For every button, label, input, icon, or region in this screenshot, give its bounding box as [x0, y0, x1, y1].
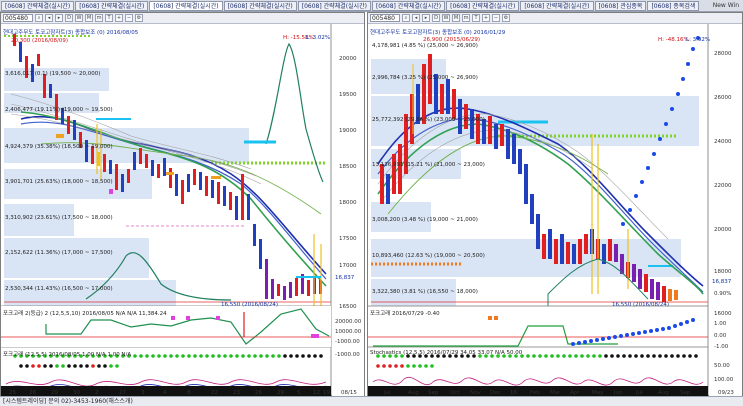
settings-icon[interactable]: ⚙: [502, 14, 510, 22]
left-scale-hl: 16,837: [335, 275, 355, 281]
next-icon[interactable]: ▸: [422, 14, 430, 22]
left-range-3: 3,901,701 (25.63%) (18,000 ~ 18,500): [5, 179, 113, 185]
left-range-6: 2,530,344 (11.43%) (16,500 ~ 17,000): [5, 286, 113, 292]
right-chart-title: 현대고주무도 토코고잠자트(3) 종합보조 (0) 2016/01/29: [370, 30, 506, 36]
status-bar: [시스템트레이딩] 문의 02)-3453-1960(해스스개): [0, 396, 743, 406]
right-high-label: H: -48.16%: [658, 37, 689, 43]
minute-button[interactable]: m: [95, 14, 103, 22]
right-range-5: 10,893,460 (12.63 %) (19,000 ~ 20,500): [372, 253, 485, 259]
left-range-2: 4,924,379 (35.38%) (18,500 ~ 19,000): [5, 144, 113, 150]
settings-icon[interactable]: ⚙: [135, 14, 143, 22]
right-price-line-label: 16,550 (2016/08/24): [612, 302, 669, 308]
right-scale-3: 22000: [714, 183, 732, 189]
tab-quick-trade-6[interactable]: [0608] 간략체결(실시간): [371, 0, 446, 11]
right-scale-0: 28000: [714, 51, 732, 57]
week-button[interactable]: W: [442, 14, 450, 22]
right-vol-dots: [571, 318, 695, 346]
left-stock-code-input[interactable]: 005480: [3, 14, 33, 22]
right-stoch-dots: [376, 354, 698, 368]
tab-quick-trade-1[interactable]: [0608] 간략체결(실시간): [1, 0, 75, 11]
tab-quick-trade-2[interactable]: [0608] 간략체결(실시간): [75, 0, 149, 11]
next-icon[interactable]: ▸: [55, 14, 63, 22]
left-range-4: 3,310,902 (23.61%) (17,500 ~ 18,000): [5, 215, 113, 221]
left-vol-title: 포크고래 2(등급) 2 (12,5,5,10) 2016/08/05 N/A …: [3, 311, 167, 317]
tab-quick-trade-8[interactable]: [0608] 간략체결(실시간): [520, 0, 594, 11]
right-range-0: 4,178,981 (4.85 %) (25,000 ~ 26,900): [372, 43, 478, 49]
search-icon[interactable]: ⌕: [35, 14, 43, 22]
tick-button[interactable]: T: [472, 14, 480, 22]
search-icon[interactable]: ⌕: [402, 14, 410, 22]
right-stock-code-input[interactable]: 005480: [370, 14, 400, 22]
zoom-out-icon[interactable]: −: [492, 14, 500, 22]
right-scale-1: 26000: [714, 95, 732, 101]
day-button[interactable]: D: [432, 14, 440, 22]
left-chart-canvas[interactable]: [1, 24, 364, 396]
tick-button[interactable]: T: [105, 14, 113, 22]
minute-button[interactable]: m: [462, 14, 470, 22]
tab-quick-trade-3[interactable]: [0608] 간략체결(실시간): [149, 0, 223, 11]
zoom-in-icon[interactable]: +: [482, 14, 490, 22]
left-low-label: L: 3.02%: [306, 35, 331, 41]
left-vol-scale-2: -1000.00: [335, 339, 360, 345]
tab-quick-trade-5[interactable]: [0608] 간략체결(실시간): [297, 0, 371, 11]
right-vol-scale-0: 1.00: [714, 321, 727, 327]
right-vol-scale-2: -1.00: [714, 344, 729, 350]
left-scale-8: 16500: [339, 304, 357, 310]
left-range-1: 2,406,477 (19.11%) (19,000 ~ 19,500): [5, 107, 113, 113]
right-pane-toolbar: 005480 ⌕ ◂ ▸ D W M m T + − ⚙: [368, 13, 742, 24]
right-vol-title: 포크고래 2016/07/29 -0.40: [370, 311, 440, 317]
right-low-label: L: 3.92%: [686, 37, 711, 43]
left-pane-toolbar: 005480 ⌕ ◂ ▸ D W M m T + − ⚙: [1, 13, 364, 24]
left-price-line-label: 16,550 (2016/08/24): [221, 302, 278, 308]
left-chart-title: 현대고주무도 토코고잠자트(3) 종합보조 (0) 2016/08/05: [3, 30, 139, 36]
right-range-1: 2,996,784 (3.25 %) (25,000 ~ 26,900): [372, 75, 478, 81]
right-chart-pane: 005480 ⌕ ◂ ▸ D W M m T + − ⚙ 현대고주무도 토코고잠…: [367, 12, 743, 396]
left-scale-3: 18500: [339, 164, 357, 170]
right-range-3: 13,136,991 (15.21 %) (21,000 ~ 23,000): [372, 162, 485, 168]
prev-icon[interactable]: ◂: [412, 14, 420, 22]
right-range-2: 25,772,392 (29.86 %) (23,000 ~ 25,000): [372, 117, 485, 123]
tab-search[interactable]: [0608] 종목검색: [647, 0, 700, 11]
right-scale-5: 18000: [714, 269, 732, 275]
month-button[interactable]: M: [452, 14, 460, 22]
left-vol-scale-0: 20000.00: [335, 319, 362, 325]
right-range-6: 3,322,380 (3.81 %) (16,550 ~ 18,000): [372, 289, 478, 295]
zoom-in-icon[interactable]: +: [115, 14, 123, 22]
left-scale-6: 17000: [339, 263, 357, 269]
tab-quick-trade-4[interactable]: [0608] 간략체결(실시간): [223, 0, 297, 11]
right-scale-4: 20000: [714, 227, 732, 233]
top-tab-bar: [0608] 간략체결(실시간) [0608] 간략체결(실시간) [0608]…: [0, 0, 743, 12]
left-scale-2: 19000: [339, 128, 357, 134]
left-vol-scale-1: 10000.00: [335, 329, 362, 335]
right-scale-2: 24000: [714, 139, 732, 145]
left-scale-5: 17500: [339, 236, 357, 242]
right-stoch-title: Stochastics (12,5,5) 2016/07/29 34.05 33…: [370, 350, 523, 356]
left-top-price: 20,300 (2016/08/09): [11, 38, 68, 44]
right-scale-hl: 16,837: [712, 279, 732, 285]
right-scale-6: 16000: [714, 311, 732, 317]
week-button[interactable]: W: [75, 14, 83, 22]
left-scale-1: 19500: [339, 92, 357, 98]
tab-interest[interactable]: [0608] 관심종목: [594, 0, 647, 11]
right-vol-scale-1: 0.00: [714, 333, 727, 339]
right-range-4: 3,008,200 (3.48 %) (19,000 ~ 21,000): [372, 217, 478, 223]
tab-quick-trade-7[interactable]: [0608] 간략체결(실시간): [446, 0, 520, 11]
right-stoch-scale-1: 100.00: [714, 377, 734, 383]
left-scale-0: 20000: [339, 56, 357, 62]
left-stoch-title: 포크고래 (12,5,5) 2016/08/05 1.00 N/A 1.00 N…: [3, 352, 132, 358]
left-vol-scale-3: -1000.00: [335, 352, 360, 358]
day-button[interactable]: D: [65, 14, 73, 22]
prev-icon[interactable]: ◂: [45, 14, 53, 22]
left-range-5: 2,152,622 (11.36%) (17,000 ~ 17,500): [5, 250, 113, 256]
zoom-out-icon[interactable]: −: [125, 14, 133, 22]
month-button[interactable]: M: [85, 14, 93, 22]
right-stoch-scale-0: 50.00: [714, 363, 730, 369]
right-pct-tag: 0.90%: [714, 291, 732, 297]
left-scale-4: 18000: [339, 200, 357, 206]
left-range-0: 3,616,017 (0.1) (19,500 ~ 20,000): [5, 71, 101, 77]
new-window-button[interactable]: New Win: [713, 2, 743, 9]
left-chart-pane: 005480 ⌕ ◂ ▸ D W M m T + − ⚙ 현대고주무도 토코고잠…: [0, 12, 365, 396]
